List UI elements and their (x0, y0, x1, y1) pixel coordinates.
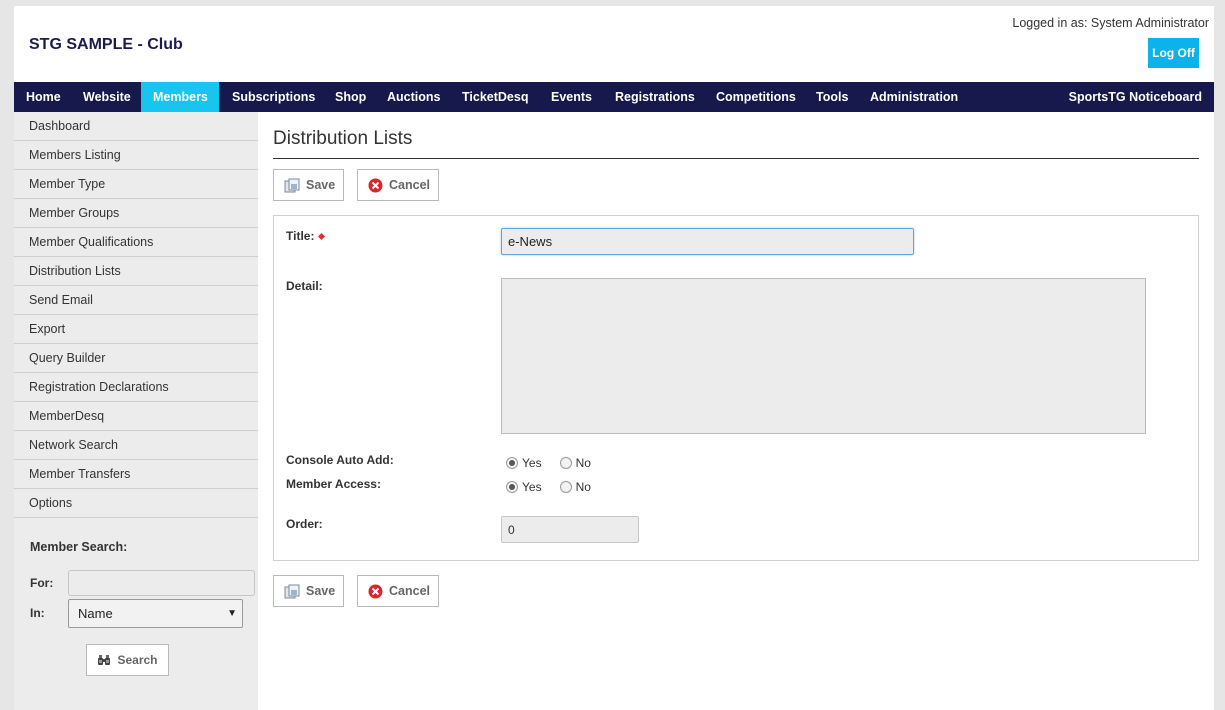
nav-item-competitions[interactable]: Competitions (704, 82, 808, 112)
member-access-yes-label: Yes (522, 480, 542, 494)
nav-item-members[interactable]: Members (141, 82, 219, 112)
sidebar-item-memberdesq[interactable]: MemberDesq (14, 402, 258, 431)
save-icon (284, 584, 300, 599)
save-button-top[interactable]: Save (273, 169, 344, 201)
binoculars-icon (97, 654, 111, 666)
sidebar-item-dashboard[interactable]: Dashboard (14, 112, 258, 141)
app-frame: STG SAMPLE - Club Logged in as: System A… (14, 6, 1214, 710)
member-access-radio-group: Yes No (506, 480, 609, 494)
detail-field-label: Detail: (286, 279, 323, 293)
console-auto-add-radio-group: Yes No (506, 456, 609, 470)
distribution-list-form: Title: Detail: Console Auto Add: Yes No … (273, 215, 1199, 561)
sidebar-item-member-qualifications[interactable]: Member Qualifications (14, 228, 258, 257)
nav-item-ticketdesq[interactable]: TicketDesq (450, 82, 540, 112)
main-nav: Home Website Members Subscriptions Shop … (14, 82, 1214, 112)
search-button[interactable]: Search (86, 644, 169, 676)
cancel-button-top-label: Cancel (389, 178, 430, 192)
member-search-title: Member Search: (30, 540, 128, 554)
console-auto-add-label: Console Auto Add: (286, 453, 394, 467)
nav-item-sportstg-noticeboard[interactable]: SportsTG Noticeboard (1057, 82, 1214, 112)
member-search-input[interactable] (68, 570, 255, 596)
sidebar-item-export[interactable]: Export (14, 315, 258, 344)
sidebar-item-send-email[interactable]: Send Email (14, 286, 258, 315)
member-access-no-radio[interactable] (559, 481, 572, 493)
chevron-down-icon: ▼ (227, 608, 237, 619)
nav-item-auctions[interactable]: Auctions (375, 82, 452, 112)
sidebar-item-members-listing[interactable]: Members Listing (14, 141, 258, 170)
cancel-icon (368, 178, 383, 193)
search-field-select[interactable]: Name ▼ (68, 599, 243, 628)
save-button-bottom-label: Save (306, 584, 336, 598)
sidebar-item-member-type[interactable]: Member Type (14, 170, 258, 199)
sidebar-item-network-search[interactable]: Network Search (14, 431, 258, 460)
for-label: For: (30, 576, 54, 590)
login-status: Logged in as: System Administrator (1012, 16, 1209, 30)
console-auto-add-yes-radio[interactable] (506, 457, 518, 469)
sidebar-item-member-transfers[interactable]: Member Transfers (14, 460, 258, 489)
save-icon (284, 178, 300, 193)
sidebar-item-query-builder[interactable]: Query Builder (14, 344, 258, 373)
nav-item-registrations[interactable]: Registrations (603, 82, 707, 112)
page-title: Distribution Lists (273, 128, 413, 149)
sidebar-item-distribution-lists[interactable]: Distribution Lists (14, 257, 258, 286)
console-auto-add-no-radio[interactable] (559, 457, 572, 469)
sidebar: Dashboard Members Listing Member Type Me… (14, 112, 258, 710)
order-field-label: Order: (286, 517, 323, 531)
save-button-bottom[interactable]: Save (273, 575, 344, 607)
sidebar-item-options[interactable]: Options (14, 489, 258, 518)
sidebar-item-member-groups[interactable]: Member Groups (14, 199, 258, 228)
required-indicator-icon (318, 233, 326, 241)
title-input[interactable] (501, 228, 914, 255)
cancel-button-top[interactable]: Cancel (357, 169, 439, 201)
console-auto-add-yes-label: Yes (522, 456, 542, 470)
sidebar-item-registration-declarations[interactable]: Registration Declarations (14, 373, 258, 402)
nav-item-website[interactable]: Website (71, 82, 143, 112)
nav-item-subscriptions[interactable]: Subscriptions (220, 82, 327, 112)
order-input[interactable] (501, 516, 639, 543)
member-access-yes-radio[interactable] (506, 481, 518, 493)
cancel-button-bottom[interactable]: Cancel (357, 575, 439, 607)
search-field-select-value: Name (78, 606, 113, 621)
nav-item-home[interactable]: Home (14, 82, 73, 112)
cancel-button-bottom-label: Cancel (389, 584, 430, 598)
member-access-label: Member Access: (286, 477, 381, 491)
in-label: In: (30, 606, 45, 620)
save-button-top-label: Save (306, 178, 336, 192)
title-field-label: Title: (286, 229, 326, 243)
member-access-no-label: No (575, 480, 591, 494)
console-auto-add-no-label: No (575, 456, 591, 470)
header: STG SAMPLE - Club Logged in as: System A… (14, 6, 1214, 82)
nav-item-shop[interactable]: Shop (323, 82, 378, 112)
cancel-icon (368, 584, 383, 599)
nav-item-events[interactable]: Events (539, 82, 604, 112)
club-title: STG SAMPLE - Club (29, 36, 183, 53)
nav-item-administration[interactable]: Administration (858, 82, 970, 112)
detail-textarea[interactable] (501, 278, 1146, 434)
nav-item-tools[interactable]: Tools (804, 82, 860, 112)
title-divider (273, 158, 1199, 159)
log-off-button[interactable]: Log Off (1148, 38, 1199, 68)
search-button-label: Search (117, 653, 158, 667)
